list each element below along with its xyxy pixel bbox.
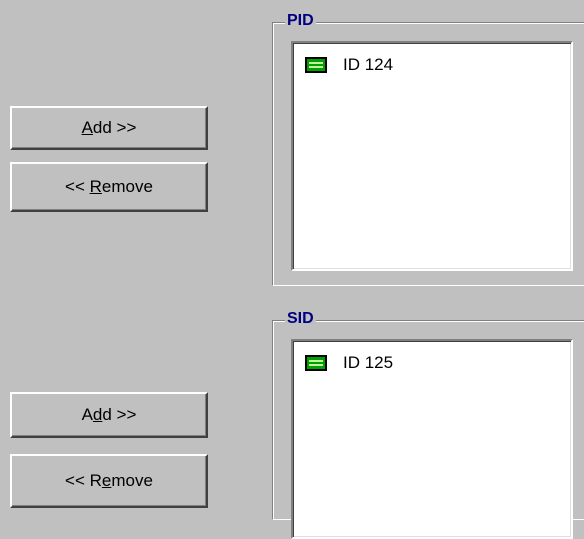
list-entry-icon xyxy=(305,57,327,73)
pid-group-title: PID xyxy=(285,12,316,30)
pid-list-item[interactable]: ID 124 xyxy=(305,55,393,75)
sid-list-item-label: ID 125 xyxy=(343,353,394,372)
sid-list-item[interactable]: ID 125 xyxy=(305,353,393,373)
pid-list-item-label: ID 124 xyxy=(343,55,394,74)
sid-add-button[interactable]: Add >> xyxy=(10,392,208,438)
pid-groupbox: PID ID 124 xyxy=(272,12,584,286)
pid-listbox[interactable]: ID 124 xyxy=(291,41,573,271)
sid-add-label: Add >> xyxy=(81,405,137,424)
pid-add-button[interactable]: Add >> xyxy=(10,106,208,150)
sid-listbox[interactable]: ID 125 xyxy=(291,339,573,539)
sid-group-title: SID xyxy=(285,310,316,328)
pid-remove-label: << Remove xyxy=(65,177,153,196)
sid-groupbox: SID ID 125 xyxy=(272,310,584,539)
pid-remove-button[interactable]: << Remove xyxy=(10,162,208,212)
pid-add-label: Add >> xyxy=(81,118,137,137)
sid-remove-button[interactable]: << Remove xyxy=(10,454,208,508)
sid-remove-label: << Remove xyxy=(65,471,153,490)
list-entry-icon xyxy=(305,355,327,371)
